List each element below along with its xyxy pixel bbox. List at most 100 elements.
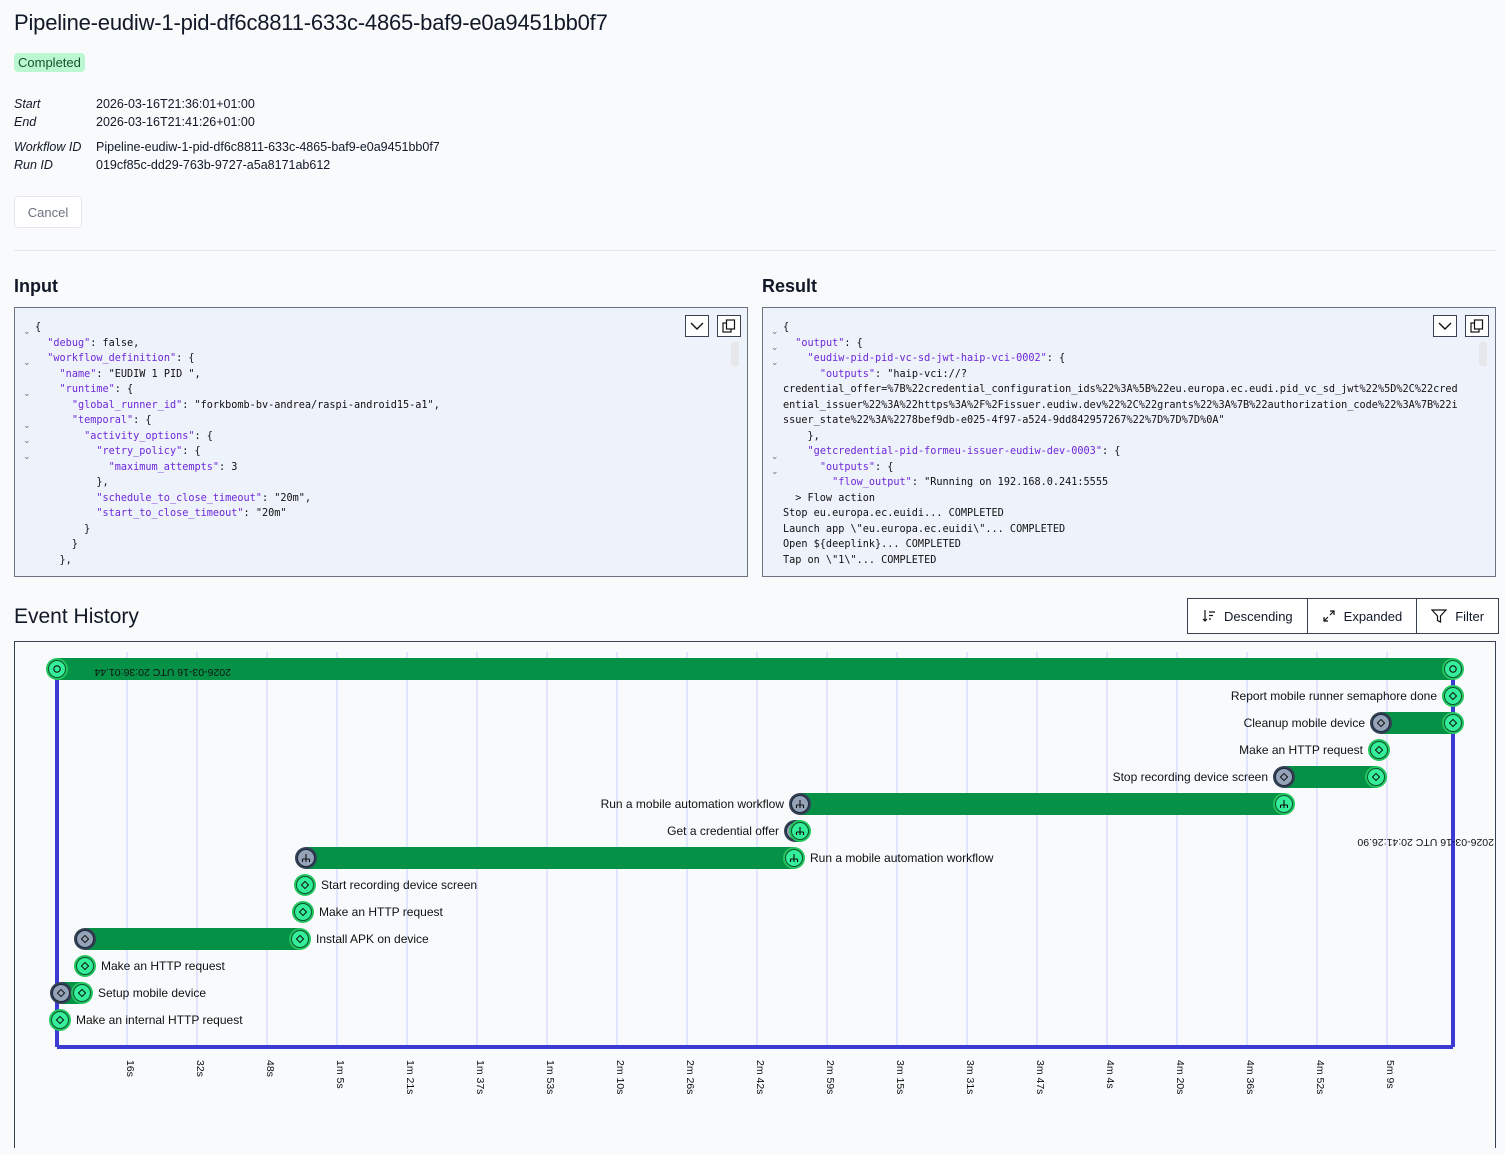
collapse-chevron-icon[interactable] (1433, 315, 1457, 337)
event-row[interactable]: Make an HTTP request (101, 959, 225, 973)
completed-node[interactable] (292, 901, 314, 923)
sort-icon (1202, 610, 1215, 622)
event-row[interactable]: Start recording device screen (321, 878, 477, 892)
completed-node[interactable] (783, 847, 805, 869)
end-value: 2026-03-16T21:41:26+01:00 (96, 115, 255, 129)
result-heading: Result (762, 276, 818, 296)
copy-icon[interactable] (717, 315, 741, 337)
event-history-heading: Event History (14, 605, 139, 628)
fold-chevron-icon[interactable]: ⌄ (771, 357, 779, 368)
event-row[interactable]: Install APK on device (85, 928, 429, 950)
completed-node[interactable] (289, 928, 311, 950)
event-bar[interactable] (85, 928, 300, 950)
end-label: End (14, 115, 37, 129)
completed-node[interactable] (789, 820, 811, 842)
event-bar[interactable] (306, 847, 794, 869)
tick-label: 1m 21s (404, 1060, 416, 1094)
scheduled-node[interactable] (789, 793, 811, 815)
event-label: Setup mobile device (98, 986, 206, 1000)
event-label: Cleanup mobile device (1244, 716, 1366, 730)
result-code-viewer[interactable]: ⌄ ⌄ ⌄ ⌄ ⌄ { "output": { "eudiw-pid-pid-v… (762, 307, 1496, 577)
event-label: Make an HTTP request (1239, 743, 1363, 757)
event-row[interactable]: Stop recording device screen (1113, 766, 1376, 788)
event-row[interactable]: Make an internal HTTP request (76, 1013, 243, 1027)
event-row[interactable]: Make an HTTP request (319, 905, 443, 919)
scrollbar[interactable] (731, 342, 739, 366)
expanded-button[interactable]: Expanded (1308, 599, 1418, 633)
tick-label: 1m 5s (334, 1060, 346, 1089)
event-bar[interactable] (800, 793, 1284, 815)
tick-label: 3m 31s (964, 1060, 976, 1094)
event-row[interactable]: Make an HTTP request (1239, 743, 1363, 757)
scheduled-node[interactable] (1370, 712, 1392, 734)
input-code-viewer[interactable]: ⌄ ⌄ ⌄ ⌄ ⌄ ⌄ { "debug": false, "workflow_… (14, 307, 748, 577)
fold-chevron-icon[interactable]: ⌄ (771, 342, 779, 353)
sort-descending-button[interactable]: Descending (1188, 599, 1308, 633)
scheduled-node[interactable] (74, 928, 96, 950)
event-label: Run a mobile automation workflow (601, 797, 785, 811)
event-row[interactable]: Run a mobile automation workflow (601, 793, 1284, 815)
fold-chevron-icon[interactable]: ⌄ (23, 388, 31, 399)
event-row[interactable]: Report mobile runner semaphore done (1231, 689, 1437, 703)
fold-chevron-icon[interactable]: ⌄ (771, 326, 779, 337)
event-history-toolbar: Descending Expanded Filter (1187, 598, 1500, 634)
collapse-chevron-icon[interactable] (685, 315, 709, 337)
event-bar[interactable] (1284, 766, 1376, 788)
start-value: 2026-03-16T21:36:01+01:00 (96, 97, 255, 111)
completed-node[interactable] (49, 1009, 71, 1031)
event-label: Run a mobile automation workflow (810, 851, 994, 865)
tick-label: 1m 37s (474, 1060, 486, 1094)
end-timestamp: 2026-03-16 UTC 20:41:26.90 (1357, 836, 1494, 848)
event-label: Make an internal HTTP request (76, 1013, 243, 1027)
input-heading: Input (14, 276, 58, 296)
event-label: Get a credential offer (667, 824, 779, 838)
tick-label: 4m 52s (1314, 1060, 1326, 1094)
completed-node[interactable] (46, 658, 68, 680)
tick-label: 5m 9s (1384, 1060, 1396, 1089)
completed-node[interactable] (1368, 739, 1390, 761)
event-row[interactable]: Cleanup mobile device (1244, 712, 1453, 734)
workflow-bar[interactable] (57, 658, 1453, 680)
completed-node[interactable] (1273, 793, 1295, 815)
event-history-timeline[interactable]: 16s 32s 48s 1m 5s 1m 21s 1m 37s 1m 53s 2m 10s 2m… (14, 641, 1496, 1148)
completed-node[interactable] (294, 874, 316, 896)
completed-node[interactable] (1442, 685, 1464, 707)
event-label: Make an HTTP request (319, 905, 443, 919)
status-badge: Completed (14, 53, 85, 72)
scheduled-node[interactable] (50, 982, 72, 1004)
fold-chevron-icon[interactable]: ⌄ (23, 420, 31, 431)
event-label: Start recording device screen (321, 878, 477, 892)
fold-chevron-icon[interactable]: ⌄ (771, 466, 779, 477)
tick-label: 32s (194, 1060, 206, 1077)
fold-chevron-icon[interactable]: ⌄ (771, 451, 779, 462)
event-label: Make an HTTP request (101, 959, 225, 973)
event-label: Install APK on device (316, 932, 429, 946)
expand-label: Expanded (1343, 608, 1403, 624)
completed-node[interactable] (1365, 766, 1387, 788)
result-json: { "output": { "eudiw-pid-pid-vc-sd-jwt-h… (783, 322, 1458, 566)
fold-chevron-icon[interactable]: ⌄ (23, 435, 31, 446)
fold-chevron-icon[interactable]: ⌄ (23, 357, 31, 368)
filter-button[interactable]: Filter (1417, 599, 1498, 633)
scheduled-node[interactable] (295, 847, 317, 869)
completed-node[interactable] (71, 982, 93, 1004)
sort-label: Descending (1224, 608, 1293, 624)
event-row[interactable]: Run a mobile automation workflow (306, 847, 994, 869)
filter-label: Filter (1455, 608, 1485, 624)
filter-icon (1431, 609, 1448, 623)
expand-icon (1323, 610, 1335, 622)
cancel-button[interactable]: Cancel (14, 196, 82, 228)
fold-chevron-icon[interactable]: ⌄ (23, 451, 31, 462)
page-title: Pipeline-eudiw-1-pid-df6c8811-633c-4865-… (14, 10, 608, 35)
tick-label: 1m 53s (544, 1060, 556, 1094)
completed-node[interactable] (74, 955, 96, 977)
copy-icon[interactable] (1465, 315, 1489, 337)
scrollbar[interactable] (1479, 342, 1487, 366)
completed-node[interactable] (1442, 658, 1464, 680)
completed-node[interactable] (1442, 712, 1464, 734)
divider (14, 250, 1496, 251)
scheduled-node[interactable] (1273, 766, 1295, 788)
fold-chevron-icon[interactable]: ⌄ (23, 326, 31, 337)
tick-label: 4m 20s (1174, 1060, 1186, 1094)
tick-label: 2m 26s (684, 1060, 696, 1094)
